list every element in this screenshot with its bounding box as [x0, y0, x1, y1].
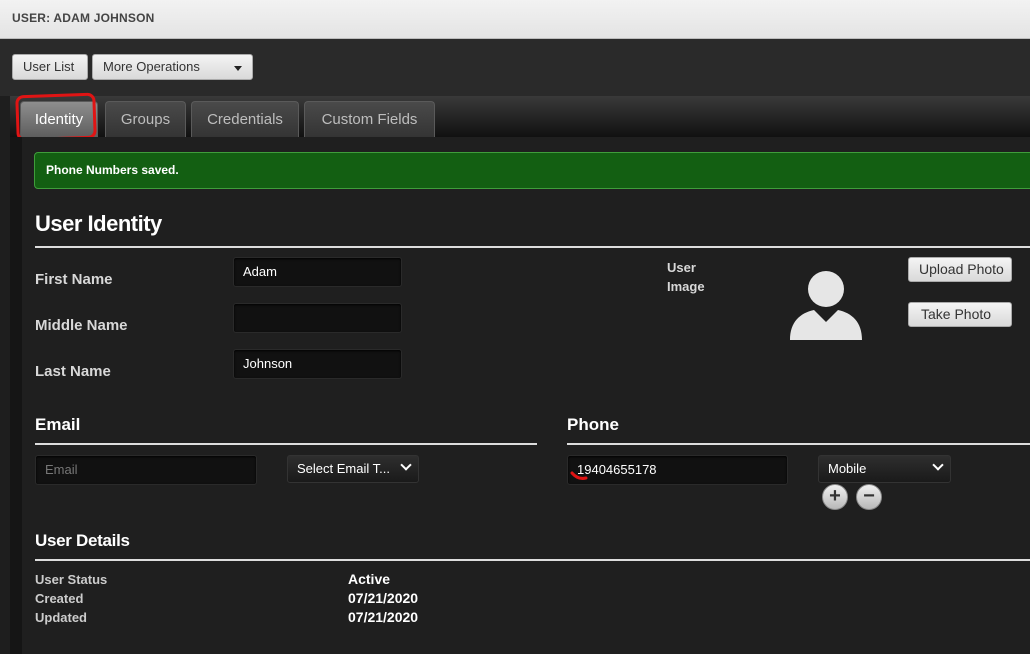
middle-name-field[interactable]	[233, 303, 402, 333]
title-bar: USER: ADAM JOHNSON	[0, 0, 1030, 39]
user-identity-heading: User Identity	[35, 211, 162, 236]
page-title: USER: ADAM JOHNSON	[12, 11, 155, 25]
user-identity-rule	[35, 246, 1030, 248]
tab-credentials[interactable]: Credentials	[191, 101, 299, 137]
more-operations-label: More Operations	[103, 59, 200, 74]
user-details-rule	[35, 559, 1030, 561]
phone-rule	[567, 443, 1030, 445]
email-type-select[interactable]: Select Email T...	[287, 455, 419, 483]
phone-type-select[interactable]: Mobile	[818, 455, 951, 483]
email-type-value: Select Email T...	[297, 461, 390, 476]
user-image-label: User Image	[667, 258, 705, 296]
email-field[interactable]: Email	[35, 455, 257, 485]
take-photo-button[interactable]: Take Photo	[908, 302, 1012, 327]
phone-number-field[interactable]: 19404655178	[567, 455, 788, 485]
more-operations-dropdown[interactable]: More Operations	[92, 54, 253, 80]
user-list-button[interactable]: User List	[12, 54, 88, 80]
add-phone-button[interactable]: +	[822, 484, 848, 510]
red-annotation-mark	[570, 471, 588, 480]
tab-groups[interactable]: Groups	[105, 101, 186, 137]
email-rule	[35, 443, 537, 445]
user-silhouette-icon	[790, 271, 862, 340]
caret-down-icon	[234, 66, 242, 71]
created-value: 07/21/2020	[348, 590, 419, 606]
last-name-label: Last Name	[35, 363, 111, 380]
user-status-label: User Status	[35, 572, 108, 587]
last-name-field[interactable]: Johnson	[233, 349, 402, 379]
phone-heading: Phone	[567, 415, 619, 434]
created-label: Created	[35, 591, 84, 606]
tab-custom-fields[interactable]: Custom Fields	[304, 101, 435, 137]
updated-value: 07/21/2020	[348, 609, 419, 625]
annotation-circle	[15, 92, 97, 142]
content-panel	[10, 137, 1030, 654]
first-name-label: First Name	[35, 271, 113, 288]
updated-label: Updated	[35, 610, 87, 625]
chevron-down-icon	[932, 459, 944, 471]
middle-name-label: Middle Name	[35, 317, 128, 334]
upload-photo-button[interactable]: Upload Photo	[908, 257, 1012, 282]
user-status-value: Active	[348, 571, 391, 587]
user-details-heading: User Details	[35, 531, 130, 550]
user-image-label-line1: User	[667, 260, 696, 275]
user-image-label-line2: Image	[667, 279, 705, 294]
success-alert: Phone Numbers saved.	[34, 152, 1030, 189]
first-name-field[interactable]: Adam	[233, 257, 402, 287]
chevron-down-icon	[400, 459, 412, 471]
phone-type-value: Mobile	[828, 461, 867, 476]
email-heading: Email	[35, 415, 81, 434]
remove-phone-button[interactable]: −	[856, 484, 882, 510]
